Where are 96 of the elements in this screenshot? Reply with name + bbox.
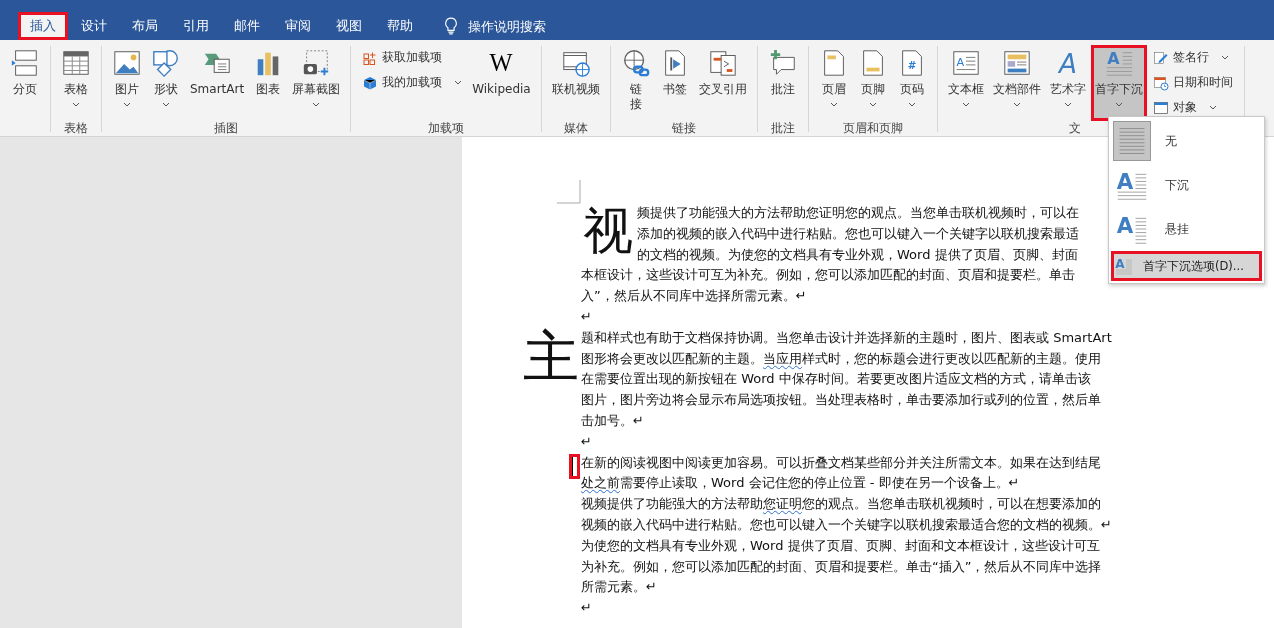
ribbon-button[interactable]: 分页 — [7, 46, 43, 120]
tell-me-search-field[interactable]: 操作说明搜索 — [466, 17, 580, 35]
text-line: 在需要位置出现的新按钮在 Word 中保存时间。若要更改图片适应文档的方式，请单击该 — [581, 370, 1091, 389]
ribbon-button[interactable]: 签名行 — [1148, 46, 1237, 69]
caret-icon — [123, 102, 131, 107]
caret-icon — [1208, 105, 1217, 110]
ribbon-button[interactable]: A 首字下沉 — [1091, 46, 1146, 120]
caret-icon — [1063, 102, 1072, 107]
ribbon-button[interactable]: 书签 — [656, 46, 693, 120]
cross-reference-icon — [707, 48, 738, 78]
ribbon-tab[interactable]: 帮助 — [375, 12, 425, 40]
caret-icon — [454, 80, 463, 85]
wikipedia-logo-icon: W — [486, 48, 517, 78]
ribbon-button[interactable]: # 页码 — [893, 46, 930, 120]
ribbon-button[interactable]: SmartArt — [187, 46, 248, 120]
text-line: 添加的视频的嵌入代码中进行粘贴。您也可以键入一个关键字以联机搜索最适 — [637, 224, 1079, 243]
calendar-clock-icon — [1152, 74, 1169, 91]
table-icon — [61, 48, 91, 78]
drop-cap-letter: 视 — [583, 201, 633, 261]
ribbon-button[interactable]: 表格 — [58, 46, 94, 120]
margin-corner-mark — [557, 180, 581, 204]
drop-cap-options-item[interactable]: A 首字下沉选项(D)... — [1111, 251, 1262, 281]
text-line: 本框设计，这些设计可互为补充。例如，您可以添加匹配的封面、页眉和提要栏。单击 — [581, 266, 1075, 285]
text-line: 频提供了功能强大的方法帮助您证明您的观点。当您单击联机视频时，可以在 — [637, 204, 1079, 222]
text-line: 图片，图片旁边将会显示布局选项按钮。当处理表格时，单击要添加行或列的位置，然后单 — [581, 391, 1101, 410]
text-line: 击加号。↵ — [581, 411, 644, 430]
caret-icon — [961, 102, 970, 107]
text-line: 题和样式也有助于文档保持协调。当您单击设计并选择新的主题时，图片、图表或 SmartArt — [581, 328, 1112, 347]
wordart-icon: A — [1052, 48, 1083, 78]
menu-item[interactable]: 无 — [1111, 119, 1264, 163]
text-line: 为补充。例如，您可以添加匹配的封面、页眉和提要栏。单击“插入”，然后从不同库中选择 — [581, 557, 1102, 576]
shapes-icon — [151, 48, 181, 78]
ribbon-button[interactable]: 图片 — [109, 46, 145, 120]
ribbon-tab[interactable]: 邮件 — [222, 12, 272, 40]
ribbon-button[interactable]: 屏幕截图 — [289, 46, 344, 120]
text-line: 在新的阅读视图中阅读更加容易。可以折叠文档某些部分并关注所需文本。如果在达到结尾 — [581, 452, 1101, 474]
ribbon-tab[interactable]: 审阅 — [273, 12, 323, 40]
caret-icon — [868, 102, 877, 107]
ribbon-button[interactable]: 交叉引用 — [695, 46, 750, 120]
ribbon-button[interactable]: 形状 — [148, 46, 184, 120]
caret-icon — [72, 102, 80, 107]
caret-icon — [829, 102, 838, 107]
text-line: 视频的嵌入代码中进行粘贴。您也可以键入一个关键字以联机搜索最适合您的文档的视频。↵ — [581, 515, 1112, 534]
cube-icon — [362, 74, 379, 91]
ribbon-button[interactable]: 图表 — [250, 46, 287, 120]
menu-item[interactable]: A 下沉 — [1111, 163, 1264, 207]
caret-icon — [312, 102, 321, 107]
group-label: 页眉和页脚 — [842, 120, 903, 137]
drop-cap-letter: 主 — [523, 323, 579, 390]
signature-pen-icon — [1152, 49, 1169, 66]
ribbon-button[interactable]: 批注 — [764, 46, 801, 120]
menu-item[interactable]: A 悬挂 — [1111, 207, 1264, 251]
ribbon-button[interactable]: W Wikipedia — [469, 46, 534, 120]
ribbon-tab[interactable]: 视图 — [324, 12, 374, 40]
caret-icon — [1114, 102, 1123, 107]
ribbon-button[interactable]: 文档部件 — [989, 46, 1044, 120]
ribbon-tab[interactable]: 插入 — [18, 12, 68, 40]
ribbon-button[interactable]: 链接 — [617, 46, 654, 120]
group-label: 链接 — [671, 120, 696, 137]
ribbon-button[interactable]: A 文本框 — [944, 46, 987, 120]
ribbon-button[interactable]: 联机视频 — [548, 46, 603, 120]
ribbon-tab[interactable]: 引用 — [171, 12, 221, 40]
group-label: 批注 — [770, 120, 795, 137]
group-label: 文 — [1068, 120, 1081, 137]
text-line: 所需元素。↵ — [581, 578, 657, 597]
group-label: 媒体 — [563, 120, 588, 137]
picture-icon — [112, 48, 142, 78]
ribbon-button[interactable]: A 艺术字 — [1046, 46, 1089, 120]
ribbon-tab[interactable]: 设计 — [69, 12, 119, 40]
ribbon-button[interactable]: 获取加载项 — [358, 46, 467, 69]
caret-icon — [1220, 55, 1229, 60]
document-parts-icon — [1001, 48, 1032, 78]
lightbulb-icon — [444, 17, 458, 35]
group-label: 插图 — [214, 120, 239, 137]
text-line: 图形将会更改以匹配新的主题。当应用样式时，您的标题会进行更改以匹配新的主题。使用 — [581, 349, 1101, 368]
object-window-icon — [1152, 99, 1169, 116]
caret-icon — [1012, 102, 1021, 107]
text-line: 处之前需要停止读取，Word 会记住您的停止位置 - 即使在另一个设备上。↵ — [581, 474, 1020, 493]
ribbon-button[interactable]: 页脚 — [854, 46, 891, 120]
ribbon-button[interactable]: 日期和时间 — [1148, 71, 1237, 94]
text-box-icon: A — [950, 48, 981, 78]
ribbon-button[interactable]: 我的加载项 — [358, 71, 467, 94]
ribbon-tab[interactable]: 布局 — [120, 12, 170, 40]
caret-icon — [162, 102, 170, 107]
text-line: 视频提供了功能强大的方法帮助您证明您的观点。当您单击联机视频时，可以在想要添加的 — [581, 495, 1101, 514]
ribbon-button[interactable]: 页眉 — [815, 46, 852, 120]
text-line: 的文档的视频。为使您的文档具有专业外观，Word 提供了页眉、页脚、封面 — [637, 245, 1078, 264]
group-label: 表格 — [64, 120, 88, 137]
group-label: 加载项 — [427, 120, 464, 137]
page-break-icon — [10, 48, 40, 78]
text-line: ↵ — [581, 599, 592, 618]
text-line: 为使您的文档具有专业外观，Word 提供了页眉、页脚、封面和文本框设计，这些设计可互 — [581, 536, 1100, 555]
text-line: ↵ — [581, 432, 592, 451]
caret-icon — [907, 102, 916, 107]
text-line: 入”，然后从不同库中选择所需元素。↵ — [581, 287, 807, 306]
text-line: ↵ — [581, 308, 592, 326]
